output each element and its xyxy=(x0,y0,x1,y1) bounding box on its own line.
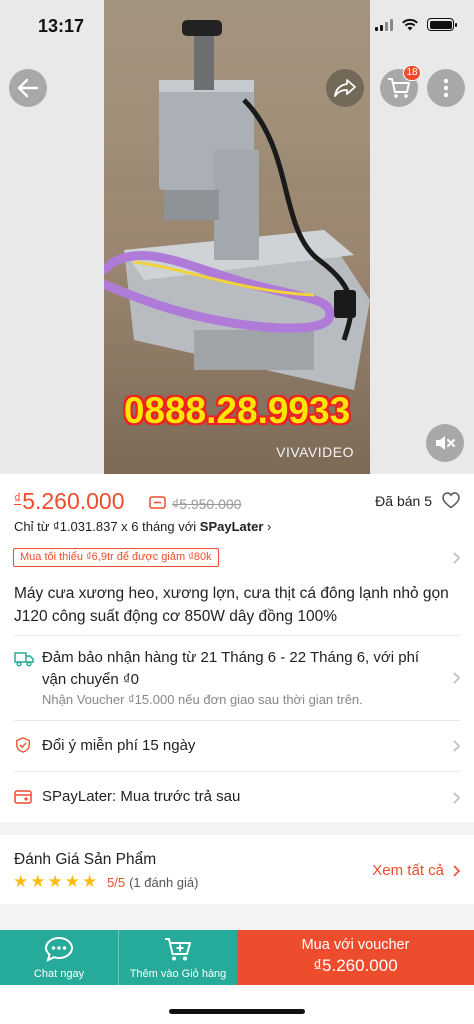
chevron-right-icon xyxy=(453,672,460,684)
shipping-guarantee-text: Đảm bảo nhận hàng từ 21 Tháng 6 - 22 Thá… xyxy=(42,649,420,688)
chat-now-button[interactable]: Chat ngay xyxy=(0,930,118,985)
chevron-right-icon xyxy=(453,740,460,752)
installment-info[interactable]: Chỉ từ ₫1.031.837 x 6 tháng với SPayLate… xyxy=(14,519,271,534)
star-icon: ★ xyxy=(82,872,98,891)
seller-phone-overlay: 0888.28.9933 xyxy=(123,390,351,431)
divider xyxy=(14,720,460,721)
heart-icon[interactable] xyxy=(442,492,460,509)
shield-check-icon xyxy=(16,737,30,753)
more-options-button[interactable] xyxy=(427,69,465,107)
promo-tag: Mua tối thiểu ₫6,9tr để được giảm ₫80k xyxy=(13,548,219,567)
share-icon xyxy=(334,79,356,97)
chat-now-label: Chat ngay xyxy=(33,968,85,980)
chevron-right-icon xyxy=(453,865,460,877)
star-icon: ★ xyxy=(30,872,46,891)
price-row: ₫5.260.000 ₫5.950.000 Đã bán 5 xyxy=(14,488,460,518)
installment-brand: SPayLater xyxy=(199,519,264,534)
price-value: 5.260.000 xyxy=(22,488,125,514)
free-return-row[interactable]: Đổi ý miễn phí 15 ngày xyxy=(0,733,474,759)
rating-summary: 5/5 (1 đánh giá) xyxy=(107,875,198,890)
reviews-section-title: Đánh Giá Sản Phẩm xyxy=(14,851,157,868)
battery-icon xyxy=(427,18,457,31)
share-button[interactable] xyxy=(326,69,364,107)
add-to-cart-icon xyxy=(165,938,191,961)
buy-with-voucher-label: Mua với voucher xyxy=(301,937,410,953)
video-watermark: VIVAVIDEO xyxy=(276,444,354,460)
sold-count: Đã bán 5 xyxy=(375,493,432,509)
chat-bubble-icon xyxy=(44,936,74,962)
speaker-muted-icon xyxy=(436,436,455,450)
product-media-gallery[interactable]: VIVAVIDEO 0888.28.9933 13:17 18 xyxy=(0,0,474,474)
cellular-signal-icon xyxy=(375,18,393,31)
star-icon: ★ xyxy=(64,872,80,891)
spaylater-text: SPayLater: Mua trước trả sau xyxy=(42,788,241,805)
star-icon: ★ xyxy=(13,872,29,891)
wifi-icon xyxy=(402,18,418,31)
see-all-label: Xem tất cả xyxy=(372,862,444,879)
spaylater-row[interactable]: SPayLater: Mua trước trả sau xyxy=(0,785,474,811)
divider xyxy=(14,771,460,772)
chevron-right-icon xyxy=(453,552,460,564)
star-icon: ★ xyxy=(47,872,63,891)
chevron-right-icon: › xyxy=(267,519,272,534)
buy-with-voucher-button[interactable]: Mua với voucher ₫5.260.000 xyxy=(237,930,474,985)
bottom-action-bar: Chat ngay Thêm vào Giỏ hàng Mua với vouc… xyxy=(0,930,474,985)
shipping-guarantee-row[interactable]: Đảm bảo nhận hàng từ 21 Tháng 6 - 22 Thá… xyxy=(0,646,474,714)
voucher-icon xyxy=(149,496,166,509)
rating-score: 5/5 xyxy=(107,875,126,890)
mute-button[interactable] xyxy=(426,424,464,462)
add-to-cart-button[interactable]: Thêm vào Giỏ hàng xyxy=(118,930,237,985)
divider xyxy=(14,635,460,636)
cart-count-badge: 18 xyxy=(403,65,421,81)
current-price: ₫5.260.000 xyxy=(14,488,125,515)
section-separator xyxy=(0,904,474,930)
currency-symbol: ₫ xyxy=(14,490,22,506)
status-bar-time: 13:17 xyxy=(38,16,85,36)
truck-icon xyxy=(14,652,34,667)
shipping-voucher-note: Nhận Voucher ₫15.000 nếu đơn giao sau th… xyxy=(42,692,363,707)
buy-price: ₫5.260.000 xyxy=(313,956,398,975)
cart-button[interactable]: 18 xyxy=(380,65,421,107)
chevron-right-icon xyxy=(453,792,460,804)
original-price: ₫5.950.000 xyxy=(172,496,242,512)
add-to-cart-label: Thêm vào Giỏ hàng xyxy=(129,968,227,980)
product-title: Máy cưa xương heo, xương lợn, cưa thịt c… xyxy=(14,585,449,625)
promo-row[interactable]: Mua tối thiểu ₫6,9tr để được giảm ₫80k xyxy=(0,546,474,570)
arrow-left-icon xyxy=(17,78,39,98)
home-indicator[interactable] xyxy=(169,1009,305,1014)
free-return-text: Đổi ý miễn phí 15 ngày xyxy=(42,737,196,754)
section-separator xyxy=(0,822,474,835)
status-bar-icons xyxy=(375,18,457,31)
more-vertical-icon xyxy=(443,78,449,98)
installment-text: Chỉ từ ₫1.031.837 x 6 tháng với xyxy=(14,519,200,534)
rating-stars: ★ ★ ★ ★ ★ xyxy=(13,873,97,891)
see-all-reviews-link[interactable]: Xem tất cả xyxy=(372,862,444,879)
back-button[interactable] xyxy=(9,69,47,107)
spaylater-icon xyxy=(14,790,32,804)
review-count: (1 đánh giá) xyxy=(129,875,199,890)
